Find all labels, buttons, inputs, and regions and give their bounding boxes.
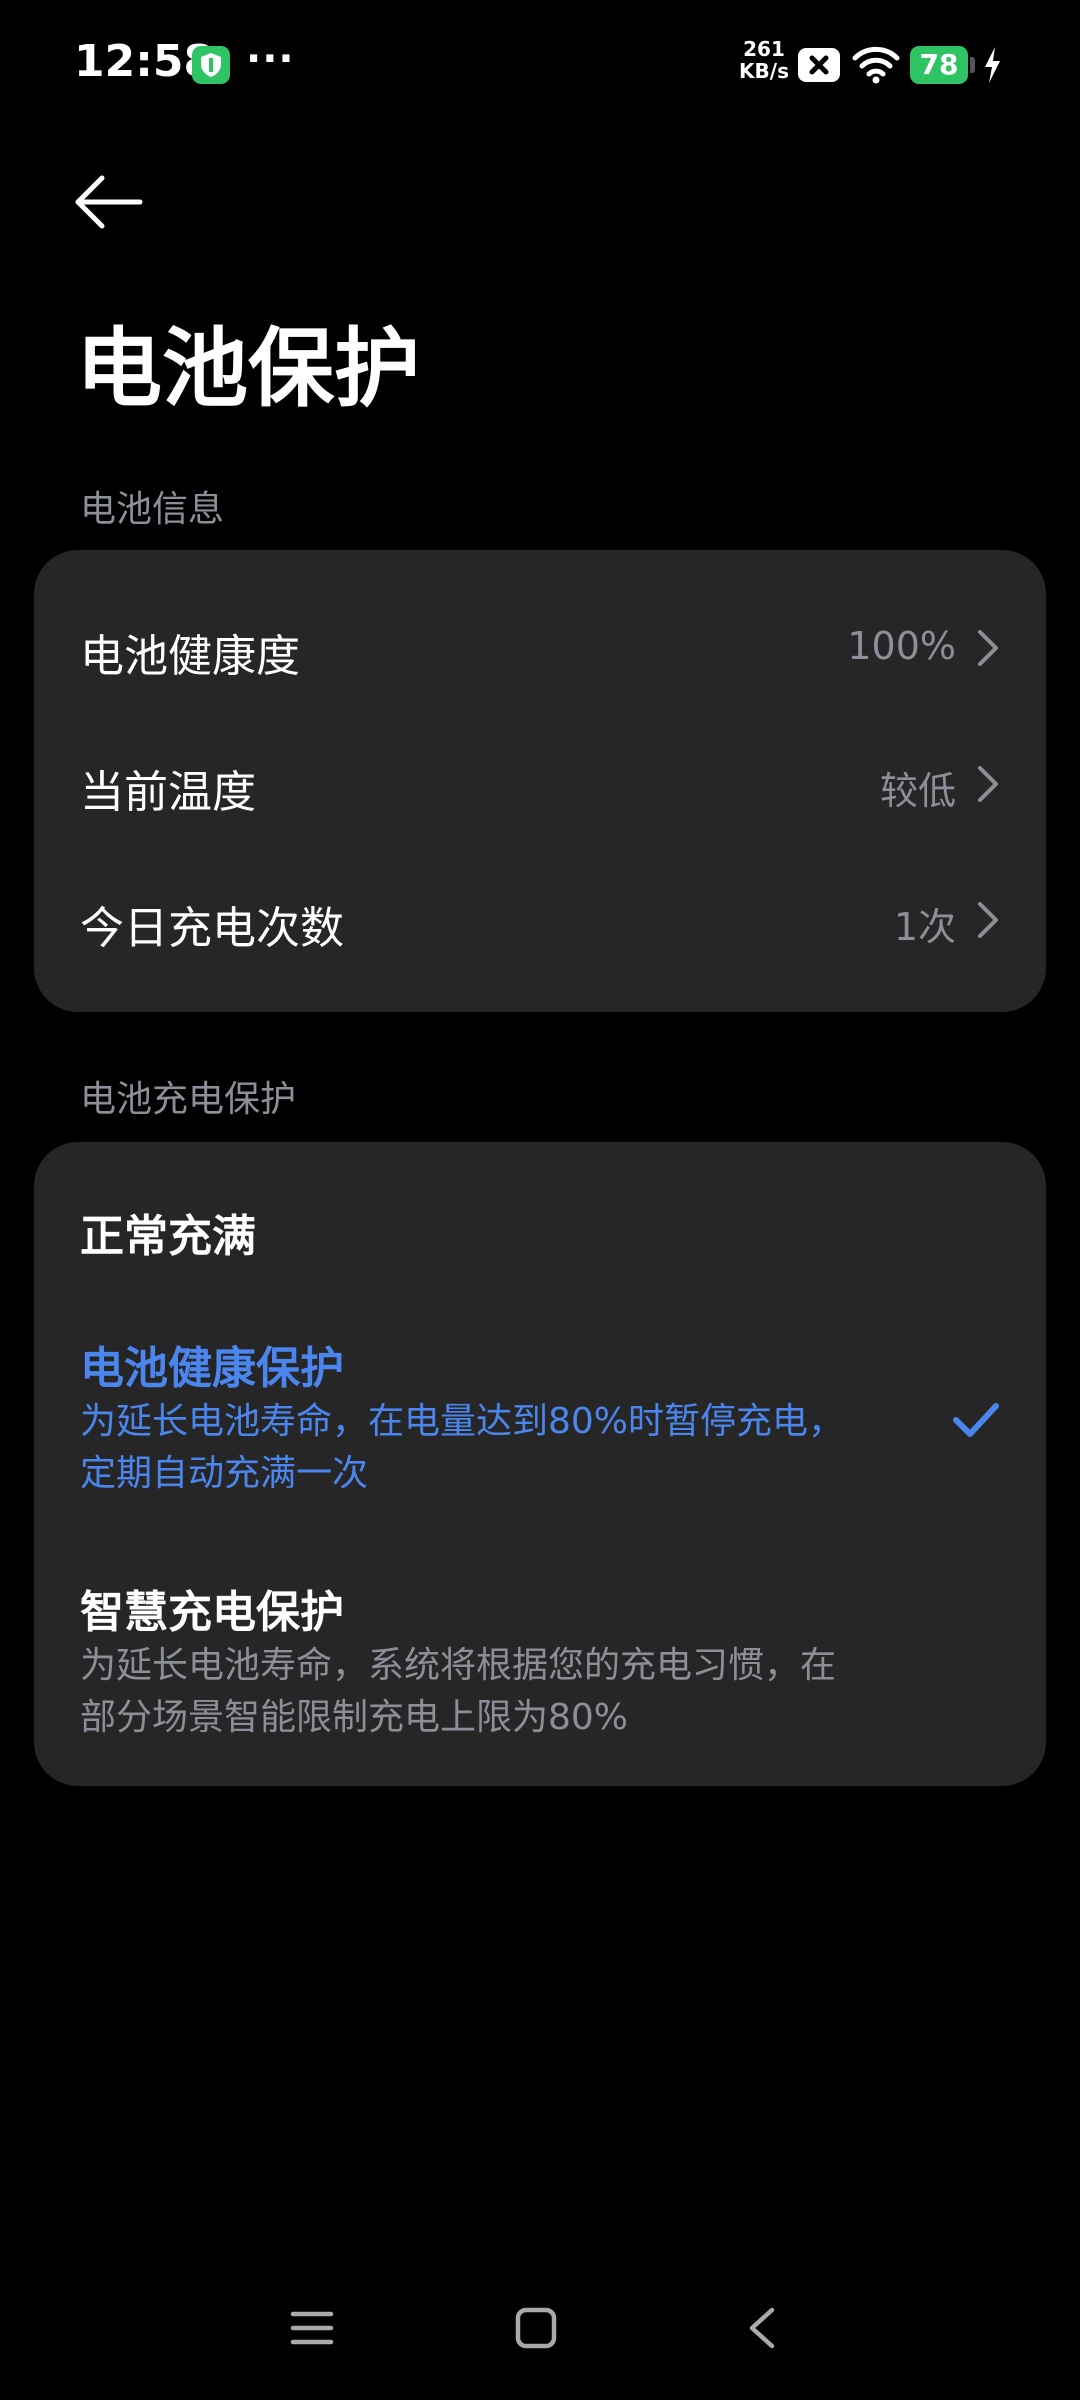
option-description: 为延长电池寿命，系统将根据您的充电习惯，在 部分场景智能限制充电上限为80% [80, 1640, 930, 1744]
menu-icon[interactable] [290, 2308, 334, 2348]
home-icon[interactable] [514, 2306, 558, 2350]
option-description-line: 部分场景智能限制充电上限为80% [80, 1697, 629, 1738]
option-battery-health-protection[interactable]: 电池健康保护 为延长电池寿命，在电量达到80%时暂停充电， 定期自动充满一次 [34, 1312, 1046, 1532]
current-temperature-value: 较低 [879, 769, 956, 813]
chevron-right-icon [978, 766, 998, 802]
network-speed: 261 KB/s [736, 38, 792, 82]
option-description-line: 为延长电池寿命，系统将根据您的充电习惯，在 [80, 1645, 837, 1686]
network-speed-value: 261 [743, 37, 785, 61]
wifi-icon [852, 44, 900, 88]
battery-info-section-label: 电池信息 [80, 489, 225, 530]
battery-info-card: 电池健康度 100% 当前温度 较低 今日充电次数 1次 [34, 550, 1046, 1012]
option-title: 电池健康保护 [80, 1343, 344, 1394]
battery-health-row[interactable]: 电池健康度 100% [34, 580, 1046, 710]
shield-icon [192, 46, 230, 84]
battery-health-value: 100% [847, 624, 956, 668]
option-title: 智慧充电保护 [80, 1587, 344, 1638]
battery-cap [970, 57, 975, 73]
charging-bolt-icon [982, 46, 1002, 88]
current-temperature-row[interactable]: 当前温度 较低 [34, 716, 1046, 846]
back-arrow-icon[interactable] [74, 172, 144, 236]
option-smart-charge-protection[interactable]: 智慧充电保护 为延长电池寿命，系统将根据您的充电习惯，在 部分场景智能限制充电上… [34, 1556, 1046, 1776]
option-description-line: 为延长电池寿命，在电量达到80%时暂停充电， [80, 1401, 845, 1442]
no-sim-icon [798, 48, 840, 82]
charge-count-label: 今日充电次数 [80, 903, 344, 954]
charge-count-row[interactable]: 今日充电次数 1次 [34, 852, 1046, 982]
option-normal-full-charge[interactable]: 正常充满 [34, 1162, 1046, 1298]
chevron-right-icon [978, 902, 998, 938]
current-temperature-label: 当前温度 [80, 767, 256, 818]
page-title: 电池保护 [76, 319, 420, 419]
charge-protection-section-label: 电池充电保护 [80, 1079, 297, 1120]
chevron-right-icon [978, 630, 998, 666]
option-description: 为延长电池寿命，在电量达到80%时暂停充电， 定期自动充满一次 [80, 1396, 930, 1500]
option-description-line: 定期自动充满一次 [80, 1453, 369, 1494]
charge-count-value: 1次 [893, 905, 956, 949]
charge-protection-card: 正常充满 电池健康保护 为延长电池寿命，在电量达到80%时暂停充电， 定期自动充… [34, 1142, 1046, 1786]
back-icon[interactable] [746, 2306, 778, 2350]
network-speed-unit: KB/s [739, 59, 789, 83]
more-notifications-icon: ··· [246, 36, 295, 82]
battery-health-label: 电池健康度 [80, 631, 300, 682]
option-title: 正常充满 [80, 1211, 256, 1262]
checkmark-icon [953, 1403, 999, 1437]
battery-icon: 78 [910, 46, 968, 84]
